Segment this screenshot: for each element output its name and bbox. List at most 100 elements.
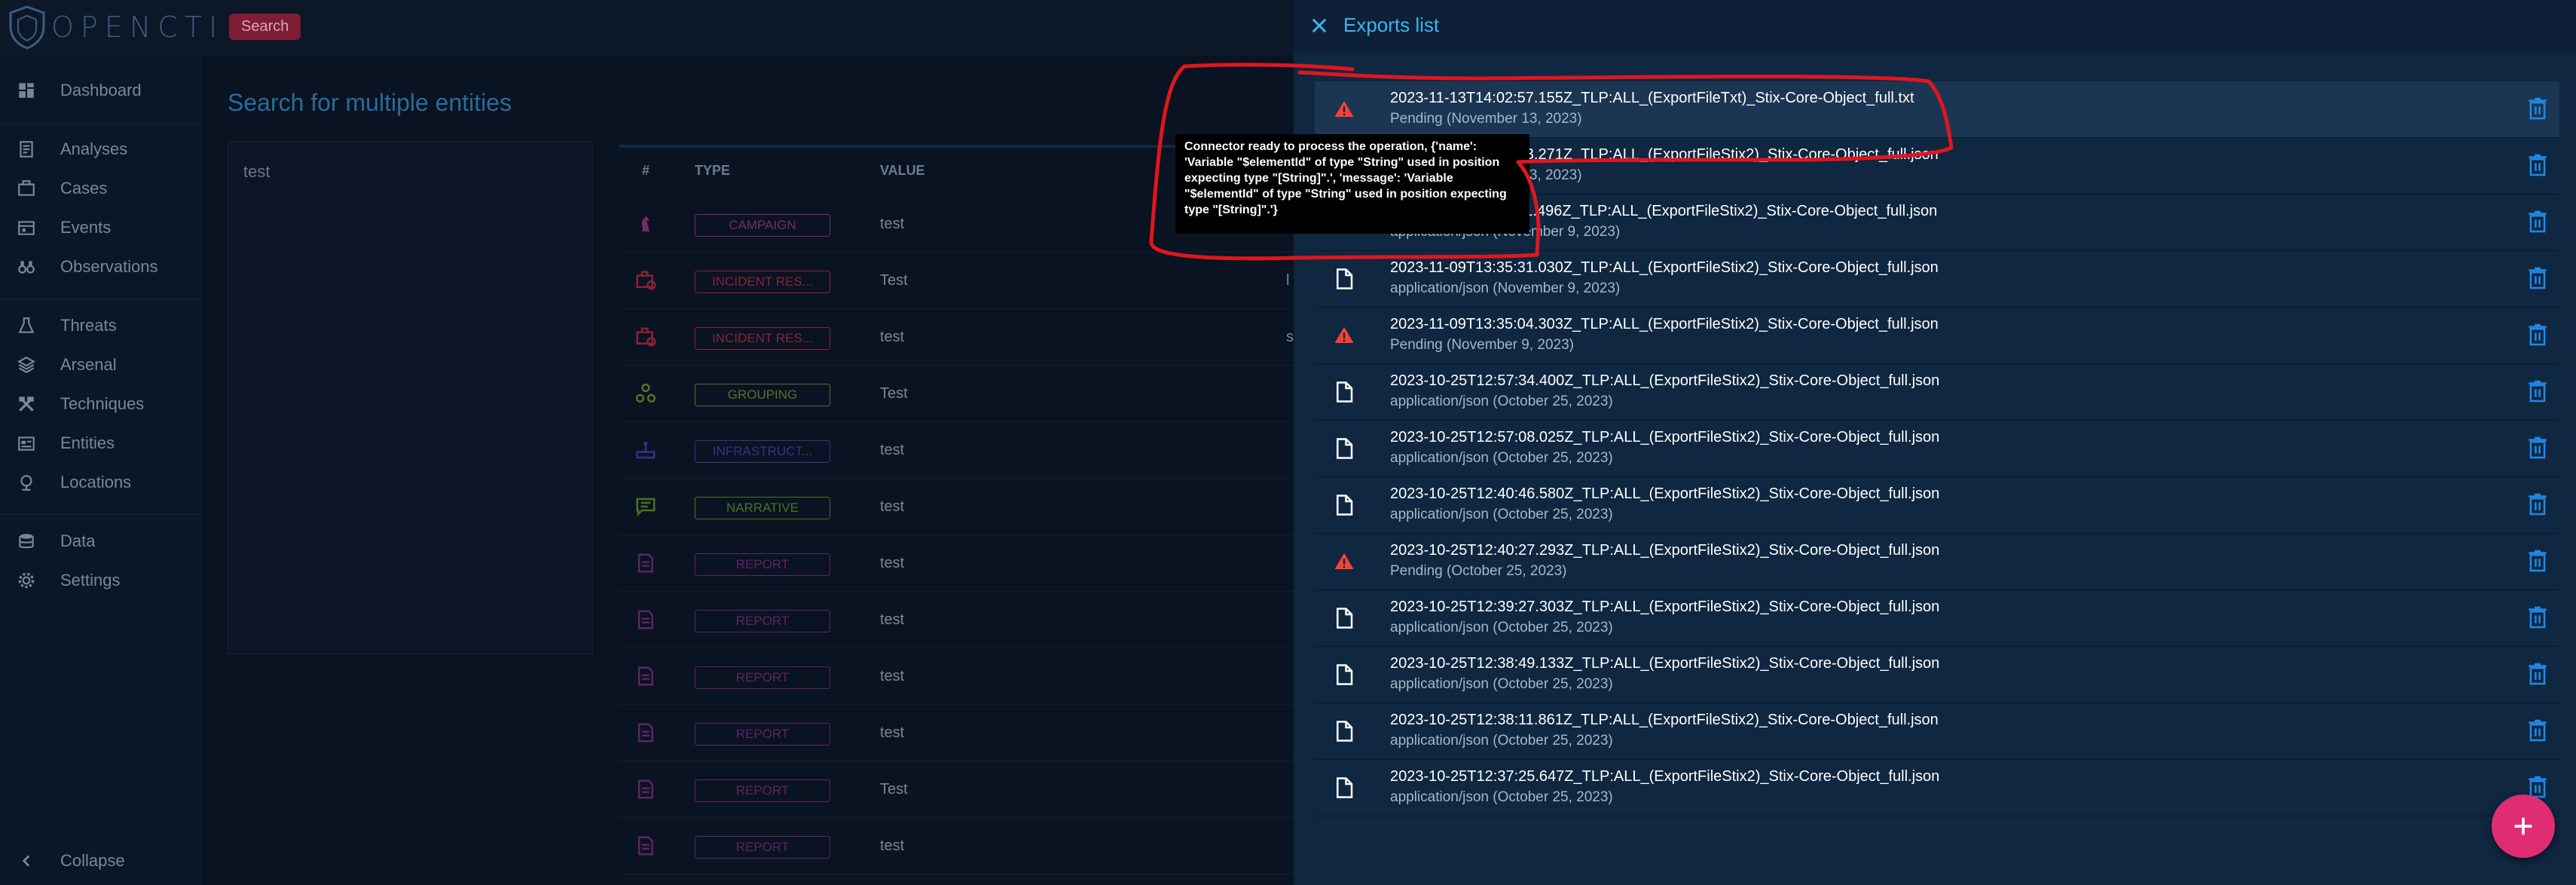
sidebar-item-cases[interactable]: Cases <box>0 170 202 207</box>
table-row[interactable]: INCIDENT RES... Test l <box>619 253 1297 309</box>
row-value: Test <box>880 385 908 402</box>
delete-icon[interactable] <box>2528 662 2547 686</box>
sidebar-collapse-button[interactable]: Collapse <box>0 843 202 879</box>
export-item[interactable]: 2023-10-25T12:39:27.303Z_TLP:ALL_(Export… <box>1315 590 2559 647</box>
table-row[interactable]: REPORT Test <box>619 761 1297 818</box>
table-row[interactable]: REPORT test <box>619 705 1297 761</box>
report-icon <box>638 779 653 799</box>
report-icon <box>638 666 653 686</box>
export-file-status: application/json (October 25, 2023) <box>1390 789 1613 805</box>
column-header-type[interactable]: TYPE <box>695 163 730 179</box>
sidebar-item-entities[interactable]: Entities <box>0 425 202 461</box>
threats-icon <box>18 317 35 333</box>
table-row[interactable]: REPORT test <box>619 648 1297 705</box>
warning-icon <box>1334 326 1354 343</box>
export-file-status: application/json (October 25, 2023) <box>1390 394 1613 409</box>
export-file-name: 2023-10-25T12:40:27.293Z_TLP:ALL_(Export… <box>1390 542 1940 559</box>
row-value: Test <box>880 781 908 798</box>
export-file-status: application/json (October 25, 2023) <box>1390 676 1613 692</box>
sidebar-item-label: Cases <box>60 179 108 198</box>
table-row[interactable]: REPORT test <box>619 818 1297 874</box>
delete-icon[interactable] <box>2528 436 2547 460</box>
export-file-name: 2023-10-25T12:37:25.647Z_TLP:ALL_(Export… <box>1390 768 1940 785</box>
row-value: test <box>880 329 905 345</box>
file-icon <box>1337 268 1353 289</box>
logo-text: OPENCTI <box>51 11 225 44</box>
type-chip: REPORT <box>695 723 830 746</box>
search-textarea[interactable]: test <box>228 142 593 654</box>
table-row[interactable]: INCIDENT RES... test s <box>619 309 1297 366</box>
add-export-button[interactable] <box>2492 795 2555 858</box>
report-icon <box>638 553 653 573</box>
export-item[interactable]: 2023-10-25T12:38:11.861Z_TLP:ALL_(Export… <box>1315 703 2559 760</box>
sidebar-item-observations[interactable]: Observations <box>0 249 202 285</box>
delete-icon[interactable] <box>2528 323 2547 347</box>
drawer-header: Exports list <box>1294 0 2576 53</box>
sidebar-item-dashboard[interactable]: Dashboard <box>0 72 202 109</box>
collapse-label: Collapse <box>60 851 125 870</box>
export-item[interactable]: 2023-11-09T13:35:04.303Z_TLP:ALL_(Export… <box>1315 308 2559 364</box>
sidebar-item-arsenal[interactable]: Arsenal <box>0 347 202 383</box>
delete-icon[interactable] <box>2528 718 2547 743</box>
sidebar-item-data[interactable]: Data <box>0 523 202 559</box>
export-item[interactable]: 2023-10-25T12:40:46.580Z_TLP:ALL_(Export… <box>1315 477 2559 534</box>
report-icon <box>638 723 653 743</box>
export-file-status: application/json (November 9, 2023) <box>1390 280 1621 296</box>
arsenal-icon <box>17 357 35 373</box>
sidebar-item-label: Observations <box>60 257 158 276</box>
row-value: test <box>880 838 905 854</box>
logo[interactable]: OPENCTI <box>8 5 224 50</box>
observations-icon <box>18 261 35 274</box>
sidebar-item-events[interactable]: Events <box>0 210 202 246</box>
export-file-name: 2023-10-25T12:38:11.861Z_TLP:ALL_(Export… <box>1390 712 1939 728</box>
row-value: Test <box>880 272 908 289</box>
delete-icon[interactable] <box>2528 492 2547 516</box>
export-item[interactable]: 2023-10-25T12:38:49.133Z_TLP:ALL_(Export… <box>1315 647 2559 703</box>
search-button[interactable]: Search <box>229 14 301 40</box>
export-item[interactable]: 2023-10-25T12:37:25.647Z_TLP:ALL_(Export… <box>1315 760 2559 816</box>
export-item[interactable]: 2023-11-13T14:02:57.155Z_TLP:ALL_(Export… <box>1315 81 2559 138</box>
locations-icon <box>20 475 32 491</box>
export-item[interactable]: 2023-10-25T12:40:27.293Z_TLP:ALL_(Export… <box>1315 534 2559 590</box>
delete-icon[interactable] <box>2528 266 2547 290</box>
row-value: test <box>880 611 905 628</box>
delete-icon[interactable] <box>2528 153 2547 177</box>
file-icon <box>1337 381 1353 403</box>
data-icon <box>19 534 34 549</box>
delete-icon[interactable] <box>2528 379 2547 403</box>
export-item[interactable]: 2023-11-09T13:35:31.030Z_TLP:ALL_(Export… <box>1315 251 2559 308</box>
sidebar-divider <box>0 514 202 515</box>
column-header-num[interactable]: # <box>642 163 649 179</box>
sidebar-item-techniques[interactable]: Techniques <box>0 386 202 422</box>
export-file-status: application/json (October 25, 2023) <box>1390 450 1613 466</box>
table-row[interactable]: NARRATIVE test <box>619 479 1297 535</box>
table-row[interactable]: REPORT test <box>619 592 1297 648</box>
settings-icon <box>18 572 35 589</box>
file-icon <box>1337 608 1353 629</box>
type-chip: NARRATIVE <box>695 497 830 519</box>
export-item[interactable]: 2023-10-25T12:57:08.025Z_TLP:ALL_(Export… <box>1315 421 2559 477</box>
table-row[interactable]: REPORT test <box>619 535 1297 592</box>
delete-icon[interactable] <box>2528 605 2547 629</box>
row-value: test <box>880 668 905 684</box>
type-chip: INCIDENT RES... <box>695 327 830 350</box>
sidebar-item-analyses[interactable]: Analyses <box>0 131 202 167</box>
delete-icon[interactable] <box>2528 549 2547 573</box>
delete-icon[interactable] <box>2528 210 2547 234</box>
delete-icon[interactable] <box>2528 96 2547 121</box>
file-icon <box>1337 721 1353 742</box>
column-header-value[interactable]: VALUE <box>880 163 925 179</box>
exports-drawer: Exports list 2023-11-13T14:02:57.155Z_TL… <box>1294 0 2576 885</box>
export-file-status: Pending (November 13, 2023) <box>1390 111 1582 127</box>
sidebar-item-threats[interactable]: Threats <box>0 308 202 344</box>
close-icon[interactable] <box>1309 15 1330 36</box>
row-extra: s <box>1286 329 1294 345</box>
sidebar-item-settings[interactable]: Settings <box>0 562 202 599</box>
table-row[interactable]: GROUPING Test <box>619 366 1297 422</box>
sidebar-item-locations[interactable]: Locations <box>0 464 202 501</box>
export-item[interactable]: 2023-10-25T12:57:34.400Z_TLP:ALL_(Export… <box>1315 364 2559 421</box>
table-row[interactable]: INFRASTRUCT... test <box>619 422 1297 479</box>
cases-icon <box>18 180 35 196</box>
drawer-title: Exports list <box>1343 14 1440 36</box>
row-value: test <box>880 442 905 458</box>
